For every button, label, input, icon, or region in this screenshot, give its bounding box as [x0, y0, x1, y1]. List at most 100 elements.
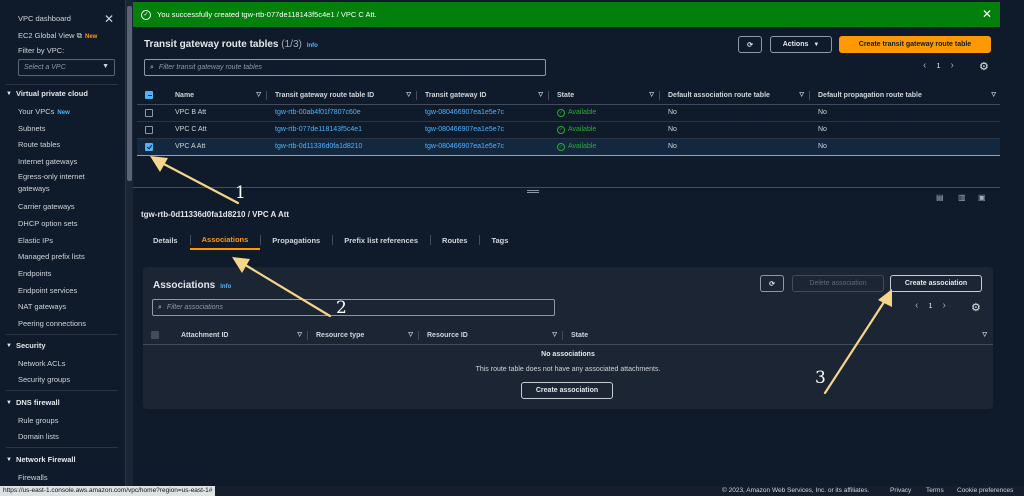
column-header[interactable]: Name ▽ [167, 87, 267, 105]
section-virtual-private-cloud[interactable]: ▼ Virtual private cloud [6, 89, 88, 98]
info-link[interactable]: Info [307, 43, 318, 49]
column-header[interactable]: Resource type ▽ [308, 327, 419, 345]
scrollbar-thumb[interactable] [127, 6, 132, 181]
chevron-right-icon[interactable]: › [951, 60, 954, 71]
route-table-id-link[interactable]: tgw-rtb-077de118143f5c4e1 [267, 121, 417, 139]
sidebar-item-domain-lists[interactable]: Domain lists [18, 432, 59, 441]
route-table-id-link[interactable]: tgw-rtb-0d11336d0fa1d8210 [267, 137, 417, 156]
refresh-button[interactable]: ⟳ [738, 36, 762, 53]
sidebar-item-label: EC2 Global View [18, 31, 75, 40]
sidebar-item-dhcp-option-sets[interactable]: DHCP option sets [18, 219, 77, 228]
transit-gateway-id-link[interactable]: tgw-080466907ea1e5e7c [417, 121, 549, 139]
privacy-link[interactable]: Privacy [890, 487, 911, 494]
sidebar-item-your-vpcs[interactable]: Your VPCs New [18, 107, 70, 116]
gear-icon[interactable]: ⚙ [979, 60, 989, 73]
sidebar-item-egress-only-internet-gateways[interactable]: Egress-only internet gateways [18, 171, 114, 195]
sidebar-item-network-acls[interactable]: Network ACLs [18, 359, 66, 368]
sidebar-item-ec2-global-view[interactable]: EC2 Global View ⧉ New [18, 31, 97, 41]
row-checkbox-cell[interactable] [137, 104, 167, 122]
column-header[interactable]: Resource ID ▽ [419, 327, 563, 345]
split-side-icon[interactable]: ▥ [958, 193, 966, 202]
default-association-cell: No [660, 121, 810, 139]
close-icon[interactable]: ✕ [104, 12, 114, 26]
section-security[interactable]: ▼ Security [6, 341, 46, 350]
close-icon[interactable]: ✕ [982, 7, 992, 21]
vpc-select[interactable]: Select a VPC ▼ [18, 59, 115, 76]
sidebar-item-carrier-gateways[interactable]: Carrier gateways [18, 202, 75, 211]
column-header[interactable]: Default association route table ▽ [660, 87, 810, 105]
page-scrollbar[interactable] [1000, 0, 1024, 486]
section-network-firewall[interactable]: ▼ Network Firewall [6, 455, 76, 464]
column-header[interactable]: Transit gateway route table ID ▽ [267, 87, 417, 105]
tab-propagations[interactable]: Propagations [260, 230, 332, 250]
section-dns-firewall[interactable]: ▼ DNS firewall [6, 398, 60, 407]
tab-routes[interactable]: Routes [430, 230, 479, 250]
check-circle-icon: ✓ [557, 142, 565, 151]
column-header[interactable]: State ▽ [549, 87, 660, 105]
refresh-button[interactable]: ⟳ [760, 275, 784, 292]
table-row[interactable]: VPC C Att tgw-rtb-077de118143f5c4e1 tgw-… [137, 121, 1002, 139]
split-close-icon[interactable]: ▣ [978, 193, 986, 202]
column-header[interactable]: State ▽ [563, 327, 993, 345]
select-all-header[interactable] [143, 327, 173, 345]
column-label: Name [175, 91, 195, 99]
select-all-checkbox[interactable] [145, 91, 153, 100]
split-panel-divider[interactable] [133, 187, 1000, 195]
chevron-left-icon[interactable]: ‹ [915, 300, 918, 311]
delete-association-button[interactable]: Delete association [792, 275, 884, 292]
sidebar-item-endpoints[interactable]: Endpoints [18, 269, 51, 278]
split-bottom-icon[interactable]: ▤ [936, 193, 944, 202]
tab-tags[interactable]: Tags [479, 230, 520, 250]
association-search-input[interactable]: ⌕ Filter associations [152, 299, 555, 316]
chevron-right-icon[interactable]: › [943, 300, 946, 311]
sidebar-item-route-tables[interactable]: Route tables [18, 140, 60, 149]
transit-gateway-id-link[interactable]: tgw-080466907ea1e5e7c [417, 104, 549, 122]
tab-associations[interactable]: Associations [189, 230, 261, 250]
column-header[interactable]: Transit gateway ID ▽ [417, 87, 549, 105]
sidebar-item-firewalls[interactable]: Firewalls [18, 473, 48, 482]
column-header[interactable]: Attachment ID ▽ [173, 327, 308, 345]
default-association-cell: No [660, 104, 810, 122]
sidebar-item-nat-gateways[interactable]: NAT gateways [18, 302, 66, 311]
info-link[interactable]: Info [220, 284, 231, 290]
page-number[interactable]: 1 [928, 301, 932, 310]
row-checkbox-cell[interactable] [137, 137, 167, 156]
tab-prefix-list-references[interactable]: Prefix list references [332, 230, 430, 250]
sidebar-item-peering-connections[interactable]: Peering connections [18, 319, 86, 328]
terms-link[interactable]: Terms [926, 487, 944, 494]
sidebar-item-subnets[interactable]: Subnets [18, 124, 46, 133]
drag-handle-icon[interactable] [527, 190, 539, 193]
actions-button[interactable]: Actions ▼ [770, 36, 832, 53]
gear-icon[interactable]: ⚙ [971, 301, 981, 314]
search-placeholder: Filter associations [166, 304, 223, 311]
row-checkbox[interactable] [145, 108, 153, 117]
sidebar-item-elastic-ips[interactable]: Elastic IPs [18, 236, 53, 245]
sidebar-item-managed-prefix-lists[interactable]: Managed prefix lists [18, 252, 85, 261]
column-label: Transit gateway ID [425, 91, 487, 99]
row-checkbox-cell[interactable] [137, 121, 167, 139]
sidebar-item-endpoint-services[interactable]: Endpoint services [18, 286, 77, 295]
sidebar-item-security-groups[interactable]: Security groups [18, 375, 70, 384]
route-table-id-link[interactable]: tgw-rtb-00ab4f01f7807c60e [267, 104, 417, 122]
table-row[interactable]: VPC B Att tgw-rtb-00ab4f01f7807c60e tgw-… [137, 104, 1002, 122]
column-label: State [571, 331, 589, 339]
create-association-empty-button[interactable]: Create association [521, 382, 613, 399]
sidebar-item-rule-groups[interactable]: Rule groups [18, 416, 58, 425]
row-checkbox[interactable] [145, 125, 153, 134]
transit-gateway-id-link[interactable]: tgw-080466907ea1e5e7c [417, 137, 549, 156]
create-association-button[interactable]: Create association [890, 275, 982, 292]
chevron-left-icon[interactable]: ‹ [923, 60, 926, 71]
sidebar-item-vpc-dashboard[interactable]: VPC dashboard [18, 14, 71, 23]
route-table-search-input[interactable]: ⌕ Filter transit gateway route tables [144, 59, 546, 76]
cookie-preferences-link[interactable]: Cookie preferences [957, 487, 1013, 494]
row-checkbox[interactable] [145, 142, 153, 151]
column-header[interactable]: Default propagation route table ▽ [810, 87, 1002, 105]
sidebar-item-internet-gateways[interactable]: Internet gateways [18, 157, 77, 166]
page-number[interactable]: 1 [936, 61, 940, 70]
table-row-selected[interactable]: VPC A Att tgw-rtb-0d11336d0fa1d8210 tgw-… [137, 137, 1002, 156]
tab-details[interactable]: Details [141, 230, 190, 250]
annotation-number-2: 2 [336, 298, 347, 318]
sidebar-scrollbar[interactable] [126, 0, 133, 486]
select-all-header[interactable] [137, 87, 167, 105]
create-route-table-button[interactable]: Create transit gateway route table [839, 36, 991, 53]
